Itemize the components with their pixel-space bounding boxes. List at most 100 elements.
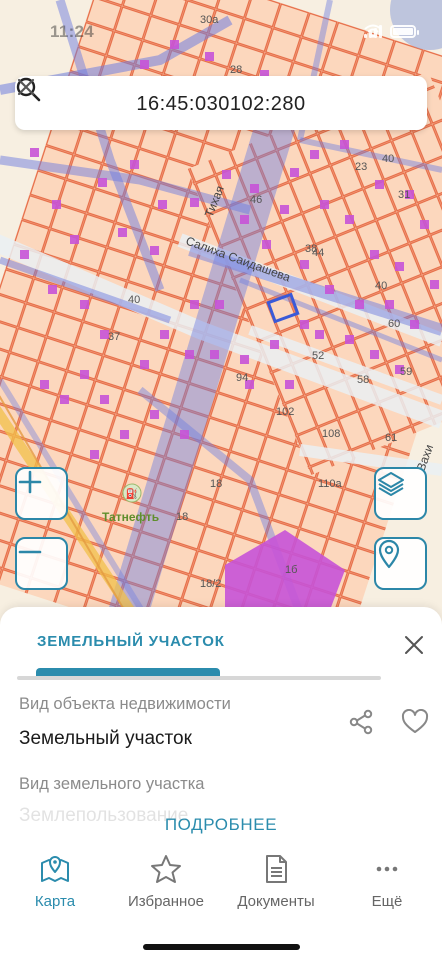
building-marker bbox=[300, 320, 309, 329]
building-marker bbox=[20, 250, 29, 259]
building-marker bbox=[40, 380, 49, 389]
star-icon bbox=[151, 855, 181, 883]
building-marker bbox=[30, 148, 39, 157]
parcel-number-label: 38 bbox=[305, 243, 317, 255]
building-marker bbox=[240, 215, 249, 224]
building-marker bbox=[340, 140, 349, 149]
favorite-heart-icon[interactable] bbox=[401, 709, 429, 735]
location-pin-icon bbox=[378, 539, 400, 569]
parcel-number-label: 18 bbox=[210, 478, 222, 490]
tab-active-indicator bbox=[36, 668, 220, 676]
land-plot-kind-label: Вид земельного участка bbox=[19, 775, 205, 793]
building-marker bbox=[300, 260, 309, 269]
building-marker bbox=[395, 262, 404, 271]
building-marker bbox=[310, 150, 319, 159]
building-marker bbox=[370, 250, 379, 259]
nav-item-favorites[interactable]: Избранное bbox=[111, 845, 221, 910]
parcel-number-label: 58 bbox=[357, 374, 369, 386]
search-input[interactable]: 16:45:030102:280 bbox=[15, 93, 427, 116]
parcel-number-label: 18 bbox=[176, 511, 188, 523]
my-location-button[interactable] bbox=[374, 537, 427, 590]
building-marker bbox=[215, 300, 224, 309]
property-type-label: Вид объекта недвижимости bbox=[19, 695, 231, 713]
more-icon bbox=[376, 866, 398, 872]
building-marker bbox=[98, 178, 107, 187]
building-marker bbox=[150, 246, 159, 255]
parcel-number-label: 18/2 bbox=[200, 578, 221, 590]
status-icons bbox=[364, 24, 419, 38]
battery-icon bbox=[390, 24, 419, 38]
parcel-number-label: 59 bbox=[400, 366, 412, 378]
building-marker bbox=[180, 430, 189, 439]
parcel-number-label: 94 bbox=[236, 372, 248, 384]
layers-icon bbox=[378, 472, 404, 496]
search-bar[interactable]: 16:45:030102:280 bbox=[15, 76, 427, 130]
building-marker bbox=[130, 160, 139, 169]
share-icon[interactable] bbox=[348, 709, 374, 735]
building-marker bbox=[355, 300, 364, 309]
parcel-number-label: 31 bbox=[398, 189, 410, 201]
tab-land-plot[interactable]: ЗЕМЕЛЬНЫЙ УЧАСТОК bbox=[37, 633, 225, 650]
parcel-number-label: 23 bbox=[355, 161, 367, 173]
building-marker bbox=[270, 340, 279, 349]
property-type-value: Земельный участок bbox=[19, 728, 192, 749]
nav-label-more: Ещё bbox=[371, 893, 403, 910]
home-indicator bbox=[143, 944, 300, 950]
clear-search-icon[interactable] bbox=[15, 76, 37, 98]
building-marker bbox=[70, 235, 79, 244]
wifi-icon bbox=[364, 24, 382, 38]
nav-label-map: Карта bbox=[34, 893, 76, 910]
building-marker bbox=[345, 335, 354, 344]
nav-label-documents: Документы bbox=[237, 893, 315, 910]
building-marker bbox=[48, 285, 57, 294]
zoom-in-button[interactable] bbox=[15, 467, 68, 520]
building-marker bbox=[90, 450, 99, 459]
building-marker bbox=[80, 300, 89, 309]
building-marker bbox=[140, 360, 149, 369]
parcel-number-label: 110а bbox=[318, 478, 343, 490]
building-marker bbox=[118, 228, 127, 237]
building-marker bbox=[190, 300, 199, 309]
nav-item-more[interactable]: Ещё bbox=[332, 845, 442, 910]
parcel-number-label: 28 bbox=[230, 64, 242, 76]
building-marker bbox=[80, 370, 89, 379]
building-marker bbox=[120, 430, 129, 439]
layers-button[interactable] bbox=[374, 467, 427, 520]
parcel-number-label: 46 bbox=[250, 194, 262, 206]
parcel-number-label: 52 bbox=[312, 350, 324, 362]
map-poi-label: Татнефть bbox=[102, 510, 159, 524]
parcel-number-label: 60 bbox=[388, 318, 400, 330]
parcel-number-label: 40 bbox=[382, 153, 394, 165]
building-marker bbox=[375, 180, 384, 189]
nav-item-map[interactable]: Карта bbox=[0, 845, 110, 910]
building-marker bbox=[160, 330, 169, 339]
building-marker bbox=[150, 410, 159, 419]
building-marker bbox=[320, 200, 329, 209]
bottom-navigation: Карта Избранное Документы Ещё bbox=[0, 845, 442, 925]
nav-item-documents[interactable]: Документы bbox=[221, 845, 331, 910]
tab-track bbox=[17, 676, 381, 680]
building-marker bbox=[52, 200, 61, 209]
building-marker bbox=[370, 350, 379, 359]
zoom-out-button[interactable] bbox=[15, 537, 68, 590]
building-marker bbox=[250, 184, 259, 193]
plus-icon bbox=[18, 470, 42, 494]
building-marker bbox=[285, 380, 294, 389]
building-marker bbox=[240, 355, 249, 364]
building-marker bbox=[315, 330, 324, 339]
building-marker bbox=[60, 395, 69, 404]
building-marker bbox=[385, 300, 394, 309]
building-marker bbox=[210, 350, 219, 359]
map-icon bbox=[41, 856, 69, 882]
building-marker bbox=[158, 200, 167, 209]
parcel-number-label: 108 bbox=[322, 428, 340, 440]
cadastral-map[interactable]: ⛽ Татнефть Тихая Салиха Саидашева Вахи 3… bbox=[0, 0, 442, 640]
parcel-number-label: 37 bbox=[108, 331, 120, 343]
building-marker bbox=[100, 395, 109, 404]
building-marker bbox=[290, 168, 299, 177]
more-details-link[interactable]: ПОДРОБНЕЕ bbox=[0, 815, 442, 835]
building-marker bbox=[430, 280, 439, 289]
close-icon[interactable] bbox=[404, 635, 424, 655]
building-marker bbox=[222, 170, 231, 179]
building-marker bbox=[262, 240, 271, 249]
